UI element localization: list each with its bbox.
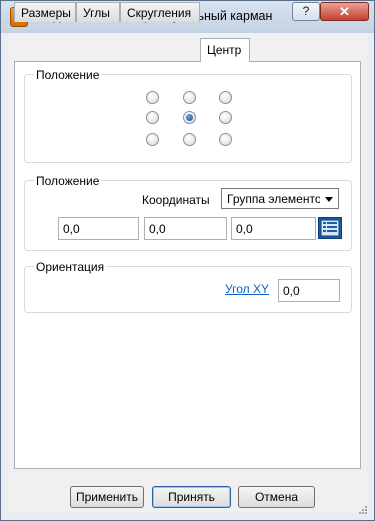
anchor-center-radio[interactable] (183, 111, 196, 124)
x-coordinate-input[interactable]: 0,0 (58, 217, 139, 240)
tab-corners[interactable]: Углы (76, 2, 120, 22)
angle-xy-link[interactable]: Угол XY (225, 282, 269, 296)
entity-list-icon[interactable] (318, 217, 342, 239)
cancel-button[interactable]: Отмена (238, 486, 315, 508)
chevron-down-icon (320, 189, 338, 208)
tab-fillets[interactable]: Скругления (120, 2, 200, 22)
tab-center[interactable]: Центр (200, 38, 250, 62)
anchor-top-left-radio[interactable] (146, 91, 159, 104)
anchor-bottom-center-radio[interactable] (183, 133, 196, 146)
anchor-top-right-radio[interactable] (219, 91, 232, 104)
resize-grip-icon[interactable] (358, 505, 368, 515)
tab-sizes[interactable]: Размеры (14, 2, 76, 22)
anchor-middle-left-radio[interactable] (146, 111, 159, 124)
close-button[interactable]: ✕ (320, 2, 369, 21)
anchor-bottom-right-radio[interactable] (219, 133, 232, 146)
accept-button[interactable]: Принять (152, 486, 231, 508)
z-coordinate-input[interactable]: 0,0 (231, 217, 316, 240)
anchor-middle-right-radio[interactable] (219, 111, 232, 124)
angle-xy-input[interactable]: 0,0 (278, 279, 340, 302)
anchor-bottom-left-radio[interactable] (146, 133, 159, 146)
y-coordinate-input[interactable]: 0,0 (144, 217, 227, 240)
orientation-group-title: Ориентация (34, 260, 107, 274)
apply-button[interactable]: Применить (70, 486, 144, 508)
coordinate-mode-value: Группа элементов (227, 192, 328, 206)
anchor-top-center-radio[interactable] (183, 91, 196, 104)
anchor-group-title: Положение (34, 68, 102, 82)
coordinate-mode-select[interactable]: Группа элементов (221, 188, 339, 209)
help-button[interactable]: ? (292, 2, 320, 21)
coordinates-group-title: Положение (34, 174, 102, 188)
coordinates-label: Координаты (142, 193, 210, 207)
